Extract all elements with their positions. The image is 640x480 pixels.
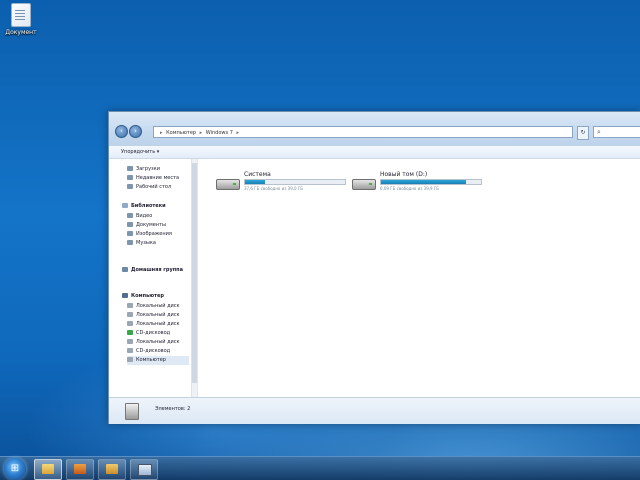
pictures-icon (127, 231, 133, 236)
media-player-icon (74, 464, 86, 474)
drive-icon (127, 312, 133, 317)
refresh-icon[interactable]: ↻ (577, 126, 589, 140)
homegroup-icon (122, 267, 128, 272)
nav-item-drive-5[interactable]: Локальный диск (127, 338, 180, 347)
taskbar: ⊞ (0, 456, 640, 480)
nav-item-drive-6[interactable]: CD-дисковод (127, 347, 170, 356)
hard-drive-icon (216, 179, 240, 190)
nav-item-drive-7[interactable]: Компьютер (127, 356, 189, 365)
folder-icon (106, 464, 118, 474)
nav-item-label: Недавние места (136, 175, 180, 181)
details-pane: Элементов: 2 (109, 397, 640, 424)
drive-usage-fill (245, 180, 265, 184)
drive-name: Новый том (D:) (380, 171, 428, 178)
nav-item-label: Загрузки (136, 166, 160, 172)
nav-item-label: Рабочий стол (136, 184, 172, 190)
nav-item-label: Компьютер (136, 357, 166, 363)
drive-icon (127, 339, 133, 344)
desktop-icon (127, 184, 133, 189)
drive-free-space: 37,6 ГБ свободно из 39,0 ГБ (244, 186, 304, 191)
taskbar-window-button[interactable] (130, 459, 158, 480)
nav-item-drive-3[interactable]: Локальный диск (127, 320, 180, 329)
music-icon (127, 240, 133, 245)
nav-group-libraries[interactable]: Библиотеки (122, 202, 166, 211)
cd-drive-icon (127, 330, 133, 335)
downloads-icon (127, 166, 133, 171)
drive-usage-bar (244, 179, 346, 185)
nav-group-label: Компьютер (131, 293, 164, 299)
forward-arrow-icon[interactable]: › (129, 125, 142, 138)
recent-places-icon (127, 175, 133, 180)
back-arrow-icon[interactable]: ‹ (115, 125, 128, 138)
nav-item-label: CD-дисковод (136, 330, 171, 336)
drive-usage-bar (380, 179, 482, 185)
cd-drive-icon (127, 348, 133, 353)
nav-item-label: Музыка (136, 240, 156, 246)
nav-group-label: Домашняя группа (131, 267, 184, 273)
computer-icon (127, 357, 133, 362)
nav-item-drive-2[interactable]: Локальный диск (127, 311, 180, 320)
nav-item-music[interactable]: Музыка (127, 239, 156, 248)
address-segment-2[interactable]: Windows 7 (206, 130, 233, 136)
nav-scrollbar[interactable] (191, 159, 197, 397)
window-icon (138, 464, 152, 476)
drive-item[interactable]: Новый том (D:) 6,09 ГБ свободно из 39,9 … (352, 171, 482, 201)
nav-item-video[interactable]: Видео (127, 212, 152, 221)
address-segment-1[interactable]: Компьютер (166, 130, 196, 136)
folder-icon (42, 464, 54, 474)
nav-item-desktop[interactable]: Рабочий стол (127, 183, 171, 192)
drive-free-space: 6,09 ГБ свободно из 39,9 ГБ (380, 186, 440, 191)
details-text: Элементов: 2 (155, 406, 191, 412)
address-sep: ▸ (236, 130, 239, 136)
nav-item-downloads[interactable]: Загрузки (127, 165, 160, 174)
nav-item-label: Изображения (136, 231, 172, 237)
drive-icon (127, 303, 133, 308)
nav-item-label: CD-дисковод (136, 348, 171, 354)
taskbar-folder-button[interactable] (98, 459, 126, 480)
address-sep: ▸ (160, 130, 163, 136)
search-input[interactable]: ⌕ (593, 126, 640, 138)
computer-icon (122, 293, 128, 298)
nav-scroll-thumb[interactable] (192, 163, 197, 383)
search-icon: ⌕ (597, 128, 601, 136)
nav-item-drive-4[interactable]: CD-дисковод (127, 329, 170, 338)
nav-item-pictures[interactable]: Изображения (127, 230, 172, 239)
navigation-pane: Загрузки Недавние места Рабочий стол Биб… (109, 159, 198, 397)
desktop-document-icon[interactable]: Документ (2, 3, 40, 36)
organize-button[interactable]: Упорядочить ▾ (121, 149, 159, 155)
drive-name: Система (244, 171, 271, 178)
taskbar-media-player-button[interactable] (66, 459, 94, 480)
nav-item-label: Видео (136, 213, 153, 219)
nav-item-recent[interactable]: Недавние места (127, 174, 179, 183)
computer-icon (125, 403, 139, 420)
nav-group-computer[interactable]: Компьютер (122, 292, 164, 301)
address-sep: ▸ (199, 130, 203, 136)
nav-group-homegroup[interactable]: Домашняя группа (122, 266, 183, 275)
libraries-icon (122, 203, 128, 208)
start-button[interactable]: ⊞ (4, 458, 26, 480)
title-bar: ‹ › ▸ Компьютер ▸ Windows 7 ▸ ↻ ⌕ (109, 112, 640, 146)
toolbar: Упорядочить ▾ (109, 146, 640, 159)
address-bar[interactable]: ▸ Компьютер ▸ Windows 7 ▸ (153, 126, 573, 138)
nav-item-drive-1[interactable]: Локальный диск (127, 302, 180, 311)
content-pane: Система 37,6 ГБ свободно из 39,0 ГБ Новы… (198, 159, 640, 397)
nav-item-label: Локальный диск (136, 312, 180, 318)
nav-item-label: Локальный диск (136, 303, 180, 309)
video-icon (127, 213, 133, 218)
documents-icon (127, 222, 133, 227)
drive-usage-fill (381, 180, 466, 184)
nav-group-label: Библиотеки (131, 203, 166, 209)
explorer-window: ‹ › ▸ Компьютер ▸ Windows 7 ▸ ↻ ⌕ Упоряд… (108, 111, 640, 424)
nav-item-documents[interactable]: Документы (127, 221, 166, 230)
taskbar-explorer-button[interactable] (34, 459, 62, 480)
document-icon (11, 3, 31, 27)
hard-drive-icon (352, 179, 376, 190)
desktop-icon-label: Документ (5, 29, 37, 36)
nav-item-label: Локальный диск (136, 321, 180, 327)
nav-item-label: Локальный диск (136, 339, 180, 345)
nav-item-label: Документы (136, 222, 166, 228)
drive-item[interactable]: Система 37,6 ГБ свободно из 39,0 ГБ (216, 171, 346, 201)
drive-icon (127, 321, 133, 326)
